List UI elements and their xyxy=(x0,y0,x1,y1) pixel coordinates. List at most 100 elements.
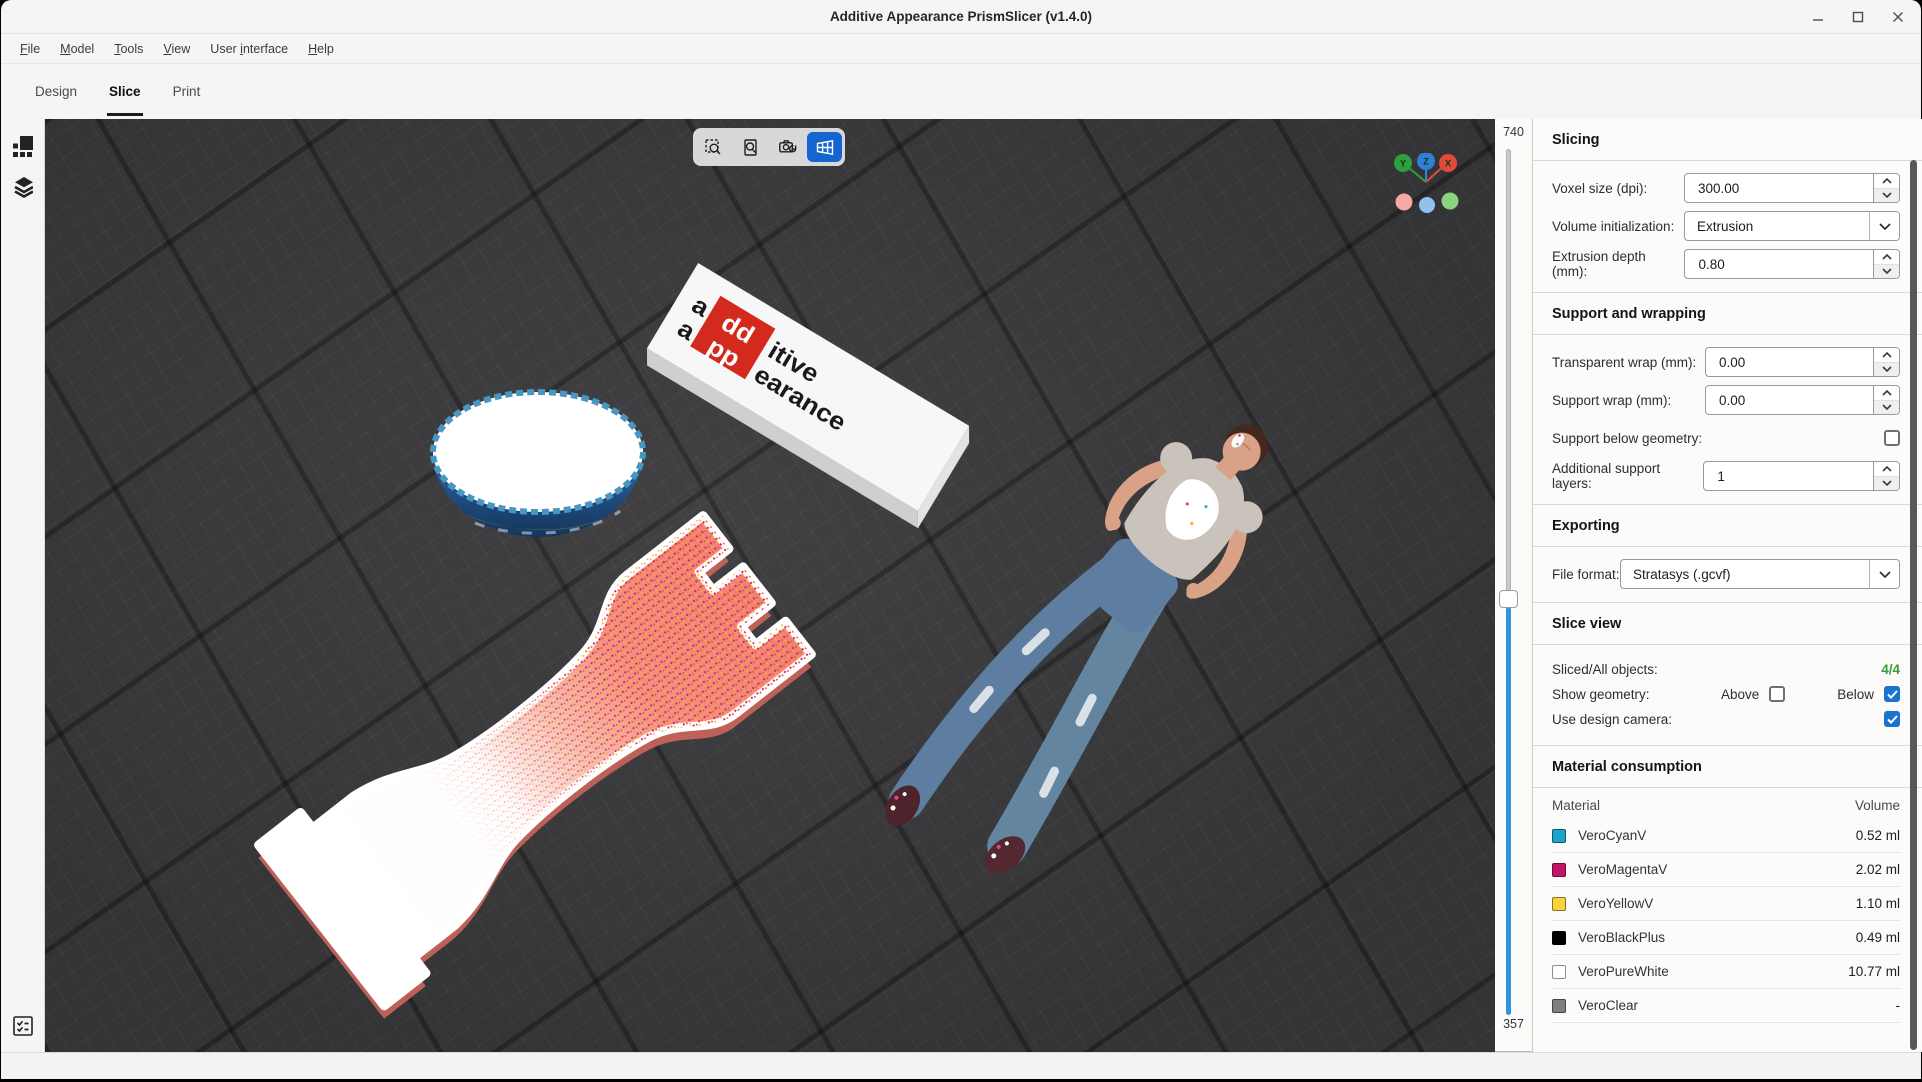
gizmo-y-axis[interactable]: Y xyxy=(1394,154,1412,172)
support-layers-increment[interactable] xyxy=(1874,462,1899,476)
support-heading: Support and wrapping xyxy=(1533,293,1922,334)
rook-object[interactable] xyxy=(252,505,826,1019)
extrusion-depth-decrement[interactable] xyxy=(1874,264,1899,279)
menu-view[interactable]: View xyxy=(153,34,200,63)
transparent-wrap-spinner[interactable]: 0.00 xyxy=(1705,347,1900,377)
below-label: Below xyxy=(1837,687,1874,702)
support-below-checkbox[interactable] xyxy=(1884,430,1900,446)
log-list-button[interactable] xyxy=(7,1010,39,1042)
transparent-wrap-label: Transparent wrap (mm): xyxy=(1552,355,1696,370)
menu-model[interactable]: Model xyxy=(50,34,104,63)
slice-slider-track-lower[interactable] xyxy=(1506,607,1511,1015)
table-row[interactable]: VeroCyanV 0.52 ml xyxy=(1552,819,1900,853)
zoom-region-button[interactable] xyxy=(696,132,731,162)
tab-print[interactable]: Print xyxy=(157,64,217,119)
support-section: Transparent wrap (mm): 0.00 Support wrap… xyxy=(1533,335,1922,504)
support-below-label: Support below geometry: xyxy=(1552,431,1702,446)
camera-reset-icon xyxy=(779,139,797,156)
layers-button[interactable] xyxy=(7,171,39,203)
close-icon xyxy=(1892,11,1904,23)
voxel-size-increment[interactable] xyxy=(1874,174,1899,188)
support-layers-decrement[interactable] xyxy=(1874,476,1899,491)
gizmo-neg-z-axis[interactable] xyxy=(1419,197,1435,213)
camera-reset-button[interactable] xyxy=(770,132,805,162)
transparent-wrap-decrement[interactable] xyxy=(1874,362,1899,377)
settings-panel: Slicing Voxel size (dpi): 300.00 Volume … xyxy=(1533,119,1922,1052)
table-row[interactable]: VeroMagentaV 2.02 ml xyxy=(1552,853,1900,887)
slider-max-label: 740 xyxy=(1495,125,1532,139)
design-camera-checkbox[interactable] xyxy=(1884,711,1900,727)
slicing-section: Voxel size (dpi): 300.00 Volume initiali… xyxy=(1533,161,1922,292)
voxel-size-spinner[interactable]: 300.00 xyxy=(1684,173,1900,203)
tab-slice[interactable]: Slice xyxy=(93,64,157,119)
menu-file[interactable]: File xyxy=(10,34,50,63)
slicing-heading: Slicing xyxy=(1533,119,1922,160)
viewport-3d[interactable]: a dd itive a pp earance xyxy=(45,119,1495,1052)
support-wrap-increment[interactable] xyxy=(1874,386,1899,400)
voxel-blocks-button[interactable] xyxy=(7,131,39,163)
slice-slider-track-upper[interactable] xyxy=(1506,149,1511,593)
extrusion-depth-increment[interactable] xyxy=(1874,250,1899,264)
chevron-down-icon xyxy=(1882,480,1892,486)
svg-text:Z: Z xyxy=(1423,156,1429,166)
check-icon xyxy=(1887,715,1898,724)
volume-init-dropdown[interactable]: Extrusion xyxy=(1684,211,1900,241)
slice-slider-column: 740 357 xyxy=(1495,119,1533,1052)
slice-view-heading: Slice view xyxy=(1533,603,1922,644)
slice-slider-handle[interactable] xyxy=(1499,590,1518,608)
chevron-down-icon xyxy=(1879,571,1891,578)
chevron-down-icon xyxy=(1882,366,1892,372)
maximize-icon xyxy=(1852,11,1864,23)
zoom-fit-button[interactable] xyxy=(733,132,768,162)
mode-tab-bar: Design Slice Print xyxy=(1,64,1921,119)
gizmo-neg-x-axis[interactable] xyxy=(1396,194,1413,211)
support-layers-spinner[interactable]: 1 xyxy=(1703,461,1900,491)
materials-table-header: Material Volume xyxy=(1533,788,1922,819)
menu-help[interactable]: Help xyxy=(298,34,344,63)
menu-tools[interactable]: Tools xyxy=(104,34,153,63)
panel-scrollbar-thumb[interactable] xyxy=(1910,160,1917,1050)
view-toolbar xyxy=(693,128,845,166)
table-row[interactable]: VeroClear - xyxy=(1552,989,1900,1023)
table-row[interactable]: VeroBlackPlus 0.49 ml xyxy=(1552,921,1900,955)
table-row[interactable]: VeroPureWhite 10.77 ml xyxy=(1552,955,1900,989)
voxel-size-decrement[interactable] xyxy=(1874,188,1899,203)
menu-user-interface[interactable]: User interface xyxy=(200,34,298,63)
minimize-button[interactable] xyxy=(1805,4,1831,30)
extrusion-depth-label: Extrusion depth (mm): xyxy=(1552,249,1684,279)
chevron-up-icon xyxy=(1882,352,1892,358)
svg-text:X: X xyxy=(1445,158,1451,168)
material-column-header: Material xyxy=(1552,798,1600,813)
extrusion-depth-spinner[interactable]: 0.80 xyxy=(1684,249,1900,279)
transparent-wrap-increment[interactable] xyxy=(1874,348,1899,362)
support-wrap-spinner[interactable]: 0.00 xyxy=(1705,385,1900,415)
maximize-button[interactable] xyxy=(1845,4,1871,30)
gizmo-z-axis[interactable]: Z xyxy=(1417,153,1435,170)
volume-column-header: Volume xyxy=(1855,798,1900,813)
file-format-dropdown[interactable]: Stratasys (.gcvf) xyxy=(1620,559,1900,589)
show-geometry-label: Show geometry: xyxy=(1552,687,1650,702)
perspective-view-button[interactable] xyxy=(807,132,842,162)
scene-canvas: a dd itive a pp earance xyxy=(45,119,1495,1052)
table-row[interactable]: VeroYellowV 1.10 ml xyxy=(1552,887,1900,921)
dropdown-arrow[interactable] xyxy=(1869,560,1899,588)
gizmo-x-axis[interactable]: X xyxy=(1439,154,1457,172)
gizmo-neg-y-axis[interactable] xyxy=(1442,193,1459,210)
show-above-checkbox[interactable] xyxy=(1769,686,1785,702)
close-button[interactable] xyxy=(1885,4,1911,30)
tab-design[interactable]: Design xyxy=(19,64,93,119)
logo-plate-object[interactable]: a dd itive a pp earance xyxy=(639,263,976,528)
left-sidebar xyxy=(1,119,45,1052)
bowl-object[interactable] xyxy=(433,392,643,537)
material-swatch xyxy=(1552,897,1566,911)
show-below-checkbox[interactable] xyxy=(1884,686,1900,702)
zoom-fit-icon xyxy=(742,139,759,156)
title-bar: Additive Appearance PrismSlicer (v1.4.0) xyxy=(1,0,1921,34)
exporting-heading: Exporting xyxy=(1533,505,1922,546)
material-swatch xyxy=(1552,863,1566,877)
voxel-blocks-icon xyxy=(13,136,33,158)
dropdown-arrow[interactable] xyxy=(1869,212,1899,240)
file-format-label: File format: xyxy=(1552,567,1620,582)
support-wrap-decrement[interactable] xyxy=(1874,400,1899,415)
window-title: Additive Appearance PrismSlicer (v1.4.0) xyxy=(830,9,1092,24)
